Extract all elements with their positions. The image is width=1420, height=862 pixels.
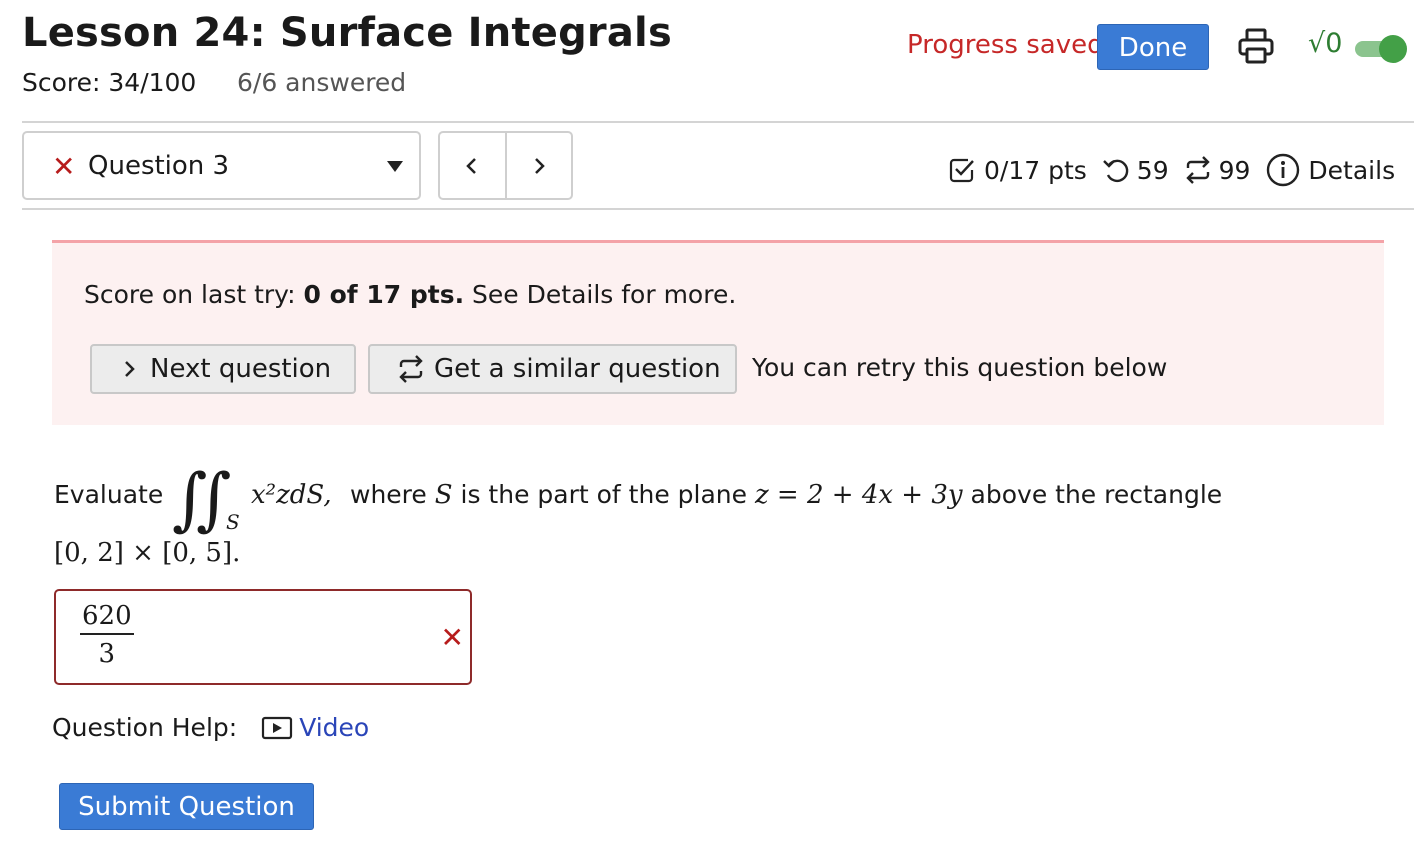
next-question-label: Next question (150, 354, 332, 384)
progress-saved-status: Progress saved (907, 30, 1104, 60)
details-label: Details (1308, 155, 1396, 185)
last-try-message: Score on last try: 0 of 17 pts. See Deta… (84, 280, 736, 309)
retry-hint: You can retry this question below (752, 353, 1168, 382)
problem-statement: Evaluate ∫ ∫ S x²zdS, where S is the par… (54, 452, 1384, 582)
dropdown-caret-icon (387, 161, 403, 172)
answer-numerator: 620 (80, 601, 134, 635)
retries-count: 59 (1136, 155, 1169, 185)
surface-symbol: S (434, 480, 453, 510)
similar-count: 99 (1218, 155, 1251, 185)
info-icon (1267, 153, 1300, 187)
chevron-right-icon (125, 361, 135, 377)
math-mode-toggle[interactable] (1355, 34, 1409, 63)
integrand: x²zdS, (251, 480, 332, 510)
video-play-icon (262, 716, 293, 739)
answer-input[interactable]: 620 3 ✕ (54, 589, 472, 685)
problem-tail-text: above the rectangle (970, 480, 1223, 509)
video-link-label: Video (299, 713, 370, 742)
answer-fraction: 620 3 (80, 601, 134, 669)
video-help-link[interactable]: Video (261, 713, 369, 742)
retries-status: 59 (1101, 156, 1169, 185)
divider (22, 121, 1414, 123)
next-question-button[interactable]: Next question (90, 344, 356, 394)
submit-question-button[interactable]: Submit Question (59, 783, 314, 830)
rectangle-bounds: [0, 2] × [0, 5]. (54, 538, 241, 568)
problem-text-where: where S is the part of the plane z = 2 +… (350, 480, 1222, 510)
done-button[interactable]: Done (1097, 24, 1209, 70)
points-status: 0/17 pts (948, 156, 1087, 185)
chevron-right-icon (534, 157, 545, 174)
question-nav-group (438, 131, 573, 200)
similar-question-button[interactable]: Get a similar question (368, 344, 737, 394)
answer-denominator: 3 (98, 639, 116, 669)
score-suffix: See Details for more. (464, 280, 737, 309)
incorrect-x-icon: ✕ (52, 150, 76, 183)
score-prefix: Score on last try: (84, 280, 304, 309)
retry-icon (1102, 159, 1129, 183)
similar-question-icon (399, 355, 423, 383)
problem-middle-text: is the part of the plane (460, 480, 748, 509)
page-title: Lesson 24: Surface Integrals (22, 10, 672, 56)
question-selector-label: Question 3 (88, 151, 230, 181)
answered-count: 6/6 answered (237, 68, 407, 97)
score-value: 0 of 17 pts. (303, 280, 465, 309)
where-word: where (350, 480, 427, 509)
math-input-mode-icon: √0 (1308, 28, 1343, 59)
question-help-label: Question Help: (52, 713, 238, 742)
next-question-arrow-button[interactable] (504, 133, 572, 198)
chevron-left-icon (466, 157, 477, 174)
previous-question-button[interactable] (440, 133, 505, 198)
evaluate-word: Evaluate (54, 480, 164, 509)
similar-question-label: Get a similar question (434, 354, 721, 384)
similar-question-icon (1185, 156, 1210, 184)
similar-status: 99 (1183, 155, 1251, 185)
plane-equation: z = 2 + 4x + 3y (754, 480, 963, 510)
points-text: 0/17 pts (984, 155, 1087, 185)
print-icon[interactable] (1236, 26, 1276, 66)
checkbox-icon (949, 158, 974, 183)
double-integral-symbol: ∫ ∫ (172, 452, 252, 548)
score-text: Score: 34/100 (22, 68, 197, 97)
details-button[interactable]: Details (1266, 153, 1395, 187)
wrong-x-icon: ✕ (440, 621, 464, 654)
integral-subscript: S (226, 510, 240, 534)
question-status-bar: 0/17 pts 59 99 Details (948, 150, 1395, 190)
question-help: Question Help: Video (52, 713, 369, 742)
divider (22, 208, 1414, 210)
toggle-knob (1379, 35, 1407, 63)
last-try-banner: Score on last try: 0 of 17 pts. See Deta… (52, 240, 1384, 425)
question-selector[interactable]: ✕ Question 3 (22, 131, 421, 200)
